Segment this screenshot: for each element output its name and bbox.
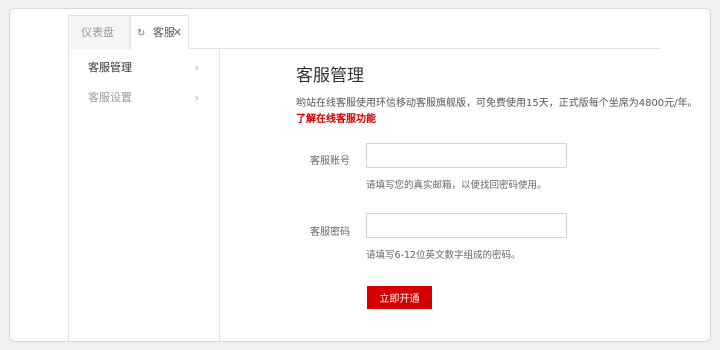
learn-more-link[interactable]: 了解在线客服功能 — [296, 110, 376, 125]
account-hint: 请填写您的真实邮箱，以便找回密码使用。 — [366, 180, 547, 191]
password-label: 客服密码 — [310, 227, 350, 238]
page-title: 客服管理 — [296, 66, 364, 86]
sidebar-item-cs-management[interactable]: 客服管理 › — [69, 56, 219, 80]
chevron-right-icon: › — [194, 91, 199, 104]
tab-label: 仪表盘 — [81, 26, 114, 39]
description-text: 哟站在线客服使用环信移动客服旗舰版，可免费使用15天，正式版每个坐席为4800元… — [296, 98, 698, 109]
main-content: 客服管理 哟站在线客服使用环信移动客服旗舰版，可免费使用15天，正式版每个坐席为… — [221, 49, 701, 341]
tab-bar: 仪表盘 ↻ 客服 ✕ — [68, 15, 661, 50]
sidebar-item-cs-settings[interactable]: 客服设置 › — [69, 86, 219, 110]
tab-dashboard[interactable]: 仪表盘 — [68, 15, 130, 49]
tab-label: 客服 — [152, 26, 175, 39]
sidebar: 客服管理 › 客服设置 › — [68, 49, 220, 341]
tab-customer-service[interactable]: ↻ 客服 ✕ — [130, 15, 189, 50]
password-hint: 请填写6-12位英文数字组成的密码。 — [366, 250, 521, 261]
password-input[interactable] — [366, 213, 567, 238]
sidebar-item-label: 客服设置 — [88, 91, 132, 104]
chevron-right-icon: › — [194, 61, 199, 74]
activate-button[interactable]: 立即开通 — [367, 286, 432, 309]
main-card: 仪表盘 ↻ 客服 ✕ 客服管理 › 客服设置 › 客服管理 哟站在线客服使用环信… — [9, 8, 711, 342]
close-icon[interactable]: ✕ — [173, 16, 182, 50]
sidebar-item-label: 客服管理 — [88, 61, 132, 74]
account-label: 客服账号 — [310, 156, 350, 167]
account-input[interactable] — [366, 143, 567, 168]
refresh-icon[interactable]: ↻ — [137, 28, 145, 39]
